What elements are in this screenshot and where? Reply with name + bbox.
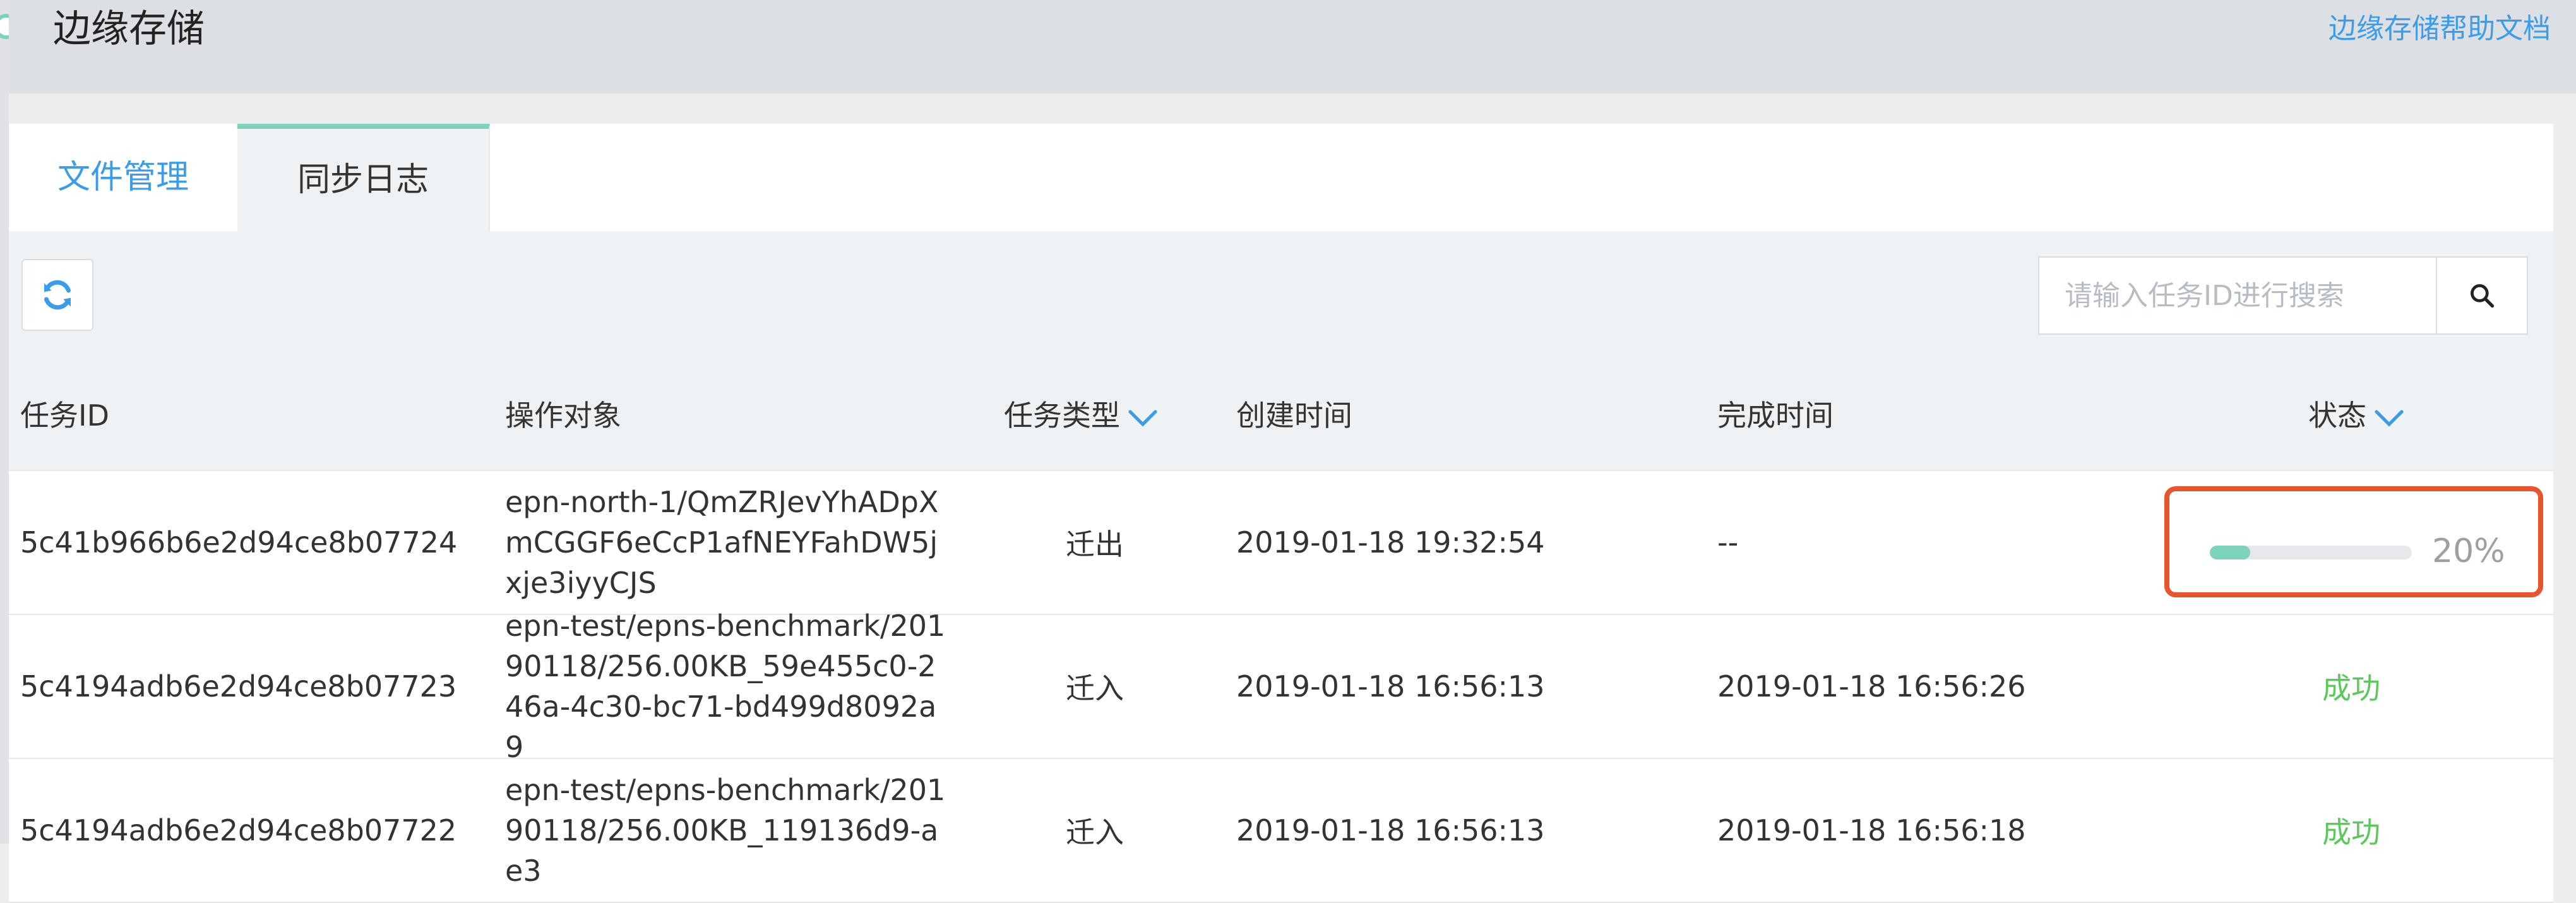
- column-header-created: 创建时间: [1236, 398, 1352, 433]
- progress-label: 20%: [2432, 532, 2505, 570]
- cell-status: 成功: [2143, 615, 2560, 758]
- sync-log-table: 任务ID 操作对象 任务类型 创建时间 完成时间 状态 5c41b966b6e2…: [9, 361, 2553, 903]
- search-icon: [2471, 284, 2495, 308]
- table-row: 5c4194adb6e2d94ce8b07722 epn-test/epns-b…: [9, 759, 2553, 903]
- main-panel: 文件管理 同步日志 任务ID 操作对象: [9, 124, 2553, 903]
- tab-sync-log[interactable]: 同步日志: [237, 124, 490, 231]
- cell-created: 2019-01-18 16:56:13: [1236, 813, 1545, 847]
- cell-task-id: 5c4194adb6e2d94ce8b07722: [20, 813, 457, 847]
- page-header: 边缘存储 边缘存储帮助文档: [9, 0, 2576, 93]
- refresh-button[interactable]: [21, 259, 93, 331]
- left-nav-strip: [0, 0, 19, 844]
- column-header-task-type[interactable]: 任务类型: [1004, 361, 1158, 470]
- table-header: 任务ID 操作对象 任务类型 创建时间 完成时间 状态: [9, 361, 2553, 471]
- cell-status: 成功: [2143, 759, 2560, 902]
- chevron-down-icon: [2375, 409, 2404, 427]
- page-title: 边缘存储: [53, 7, 205, 51]
- cell-task-id: 5c41b966b6e2d94ce8b07724: [20, 525, 458, 559]
- cell-task-type: 迁入: [1066, 671, 1124, 705]
- cell-created: 2019-01-18 19:32:54: [1236, 525, 1545, 559]
- column-header-object: 操作对象: [505, 398, 621, 433]
- progress-bar: [2210, 546, 2412, 559]
- column-header-task-type-label: 任务类型: [1004, 398, 1120, 433]
- status-success: 成功: [2322, 671, 2380, 705]
- cell-task-type: 迁入: [1066, 815, 1124, 849]
- cell-finished: 2019-01-18 16:56:18: [1717, 813, 2026, 847]
- status-success: 成功: [2322, 815, 2380, 849]
- cell-object: epn-test/epns-benchmark/20190118/256.00K…: [505, 773, 946, 888]
- column-header-task-id: 任务ID: [20, 398, 109, 433]
- column-header-status[interactable]: 状态: [2308, 361, 2404, 470]
- column-header-status-label: 状态: [2308, 398, 2366, 433]
- tab-bar: 文件管理 同步日志: [9, 124, 2553, 231]
- cell-finished: 2019-01-18 16:56:26: [1717, 669, 2026, 703]
- cell-task-id: 5c4194adb6e2d94ce8b07723: [20, 669, 457, 703]
- table-row: 5c4194adb6e2d94ce8b07723 epn-test/epns-b…: [9, 609, 2553, 764]
- table-row: 5c41b966b6e2d94ce8b07724 epn-north-1/QmZ…: [9, 471, 2553, 615]
- refresh-icon: [44, 280, 71, 310]
- progress-fill: [2210, 546, 2250, 559]
- tab-file-management[interactable]: 文件管理: [9, 124, 237, 231]
- help-doc-link[interactable]: 边缘存储帮助文档: [2329, 9, 2551, 49]
- column-header-finished: 完成时间: [1717, 398, 1834, 433]
- toolbar: [9, 231, 2553, 361]
- cell-object: epn-north-1/QmZRJevYhADpXmCGGF6eCcP1afNE…: [505, 485, 939, 600]
- cell-object: epn-test/epns-benchmark/20190118/256.00K…: [505, 609, 946, 764]
- progress-highlight-box: 20%: [2164, 486, 2543, 597]
- cell-task-type: 迁出: [1066, 527, 1124, 561]
- chevron-down-icon: [1128, 409, 1157, 427]
- search-button[interactable]: [2436, 258, 2527, 333]
- search-box: [2038, 256, 2528, 335]
- cell-finished: --: [1717, 525, 1739, 559]
- search-input[interactable]: [2039, 258, 2436, 333]
- cell-created: 2019-01-18 16:56:13: [1236, 669, 1545, 703]
